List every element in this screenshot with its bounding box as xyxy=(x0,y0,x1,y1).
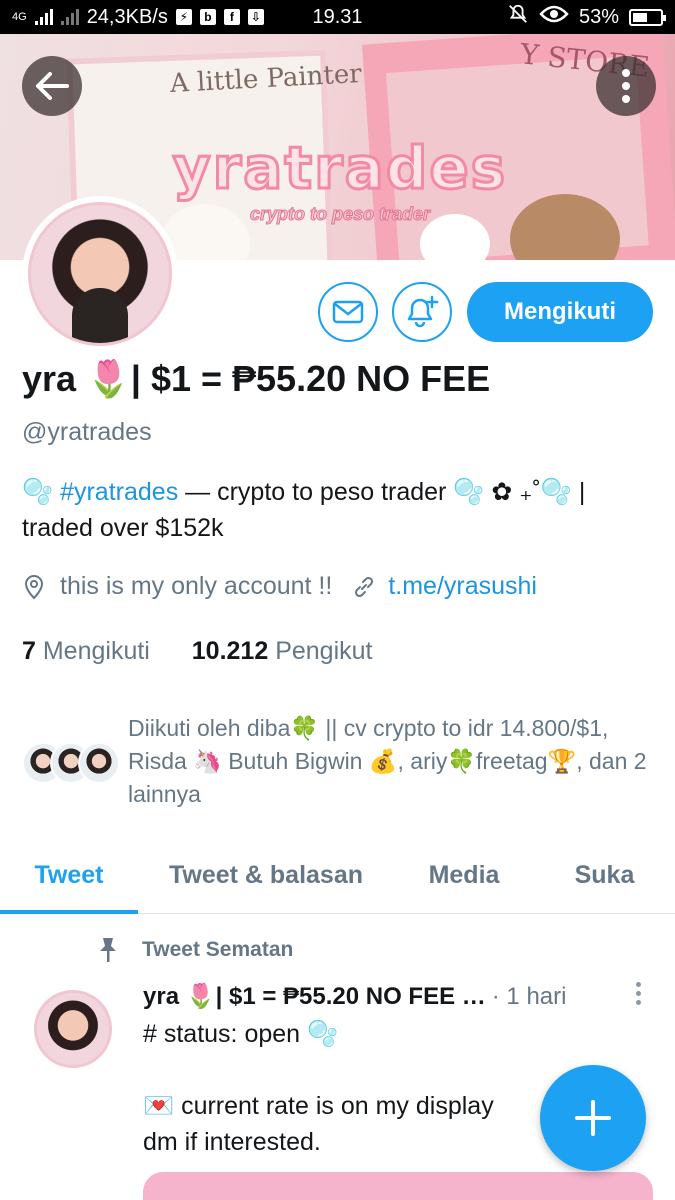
followers-count: 10.212 xyxy=(191,637,269,665)
network-label: 4G xyxy=(12,11,27,23)
pin-icon xyxy=(100,938,116,962)
profile-meta: this is my only account !! t.me/yrasushi xyxy=(22,572,537,601)
profile-tabs: Tweet Tweet & balasan Media Suka xyxy=(0,838,675,914)
tweet-media-preview[interactable] xyxy=(143,1172,653,1200)
bio-hashtag-link[interactable]: #yratrades xyxy=(60,478,178,506)
followed-by-text: Diikuti oleh diba🍀 || cv crypto to idr 1… xyxy=(128,715,647,807)
follower-avatar xyxy=(78,742,120,784)
status-right: 53% xyxy=(507,3,666,31)
back-button[interactable] xyxy=(22,56,82,116)
network-speed: 24,3KB/s xyxy=(86,5,168,28)
following-label: Mengikuti xyxy=(42,637,150,665)
profile-website-link[interactable]: t.me/yrasushi xyxy=(388,572,537,601)
battery-fill xyxy=(633,12,647,22)
pinned-label: Tweet Sematan xyxy=(96,936,293,964)
tab-likes[interactable]: Suka xyxy=(534,838,675,913)
kebab-menu-icon xyxy=(622,69,630,103)
link-icon xyxy=(355,576,374,597)
bio-prefix: 🫧 xyxy=(22,478,61,506)
tweet-header: yra 🌷| $1 = ₱55.20 NO FEE … · 1 hari xyxy=(143,982,643,1011)
tweet-avatar[interactable] xyxy=(34,990,112,1068)
location-pin-icon xyxy=(24,574,44,599)
battery-percent: 53% xyxy=(578,5,619,28)
banner-subtitle: crypto to peso trader xyxy=(249,204,431,225)
followers-label: Pengikut xyxy=(275,637,373,665)
eye-icon xyxy=(539,4,569,30)
profile-location: this is my only account !! xyxy=(60,572,333,600)
following-count: 7 xyxy=(22,637,36,665)
download-icon: ⇩ xyxy=(247,9,264,25)
status-left: 4G 24,3KB/s ⚡ b f ⇩ xyxy=(12,6,264,29)
tab-tweet-and-replies[interactable]: Tweet & balasan xyxy=(138,838,394,913)
tweet-time: · 1 hari xyxy=(491,982,567,1010)
message-button[interactable] xyxy=(318,282,378,342)
shield-icon: ⚡ xyxy=(175,9,192,25)
more-options-button[interactable] xyxy=(596,56,656,116)
status-bar: 4G 24,3KB/s ⚡ b f ⇩ 19.31 53% xyxy=(0,0,675,34)
following-button[interactable]: Mengikuti xyxy=(467,282,653,342)
profile-handle: @yratrades xyxy=(22,418,152,446)
pinned-text: Tweet Sematan xyxy=(142,938,294,961)
mute-icon xyxy=(507,3,529,31)
banner-title: yratrades xyxy=(171,133,508,204)
following-count-link[interactable]: 7 Mengikuti xyxy=(22,637,150,665)
profile-avatar[interactable] xyxy=(22,196,178,352)
mail-icon xyxy=(332,300,364,324)
tab-media[interactable]: Media xyxy=(394,838,534,913)
signal-icon xyxy=(34,9,53,25)
bell-plus-icon xyxy=(407,295,439,328)
follow-counts: 7 Mengikuti 10.212 Pengikut xyxy=(22,637,372,666)
facebook-icon: f xyxy=(223,9,240,25)
notifications-button[interactable] xyxy=(392,282,452,342)
back-arrow-icon xyxy=(36,72,69,100)
notification-app-icon: b xyxy=(199,9,216,25)
tab-tweet[interactable]: Tweet xyxy=(0,838,138,914)
tweet-author[interactable]: yra 🌷| $1 = ₱55.20 NO FEE … xyxy=(143,982,486,1011)
avatar-photo xyxy=(28,202,172,346)
profile-bio: 🫧 #yratrades — crypto to peso trader 🫧 ✿… xyxy=(22,474,652,546)
followers-count-link[interactable]: 10.212 Pengikut xyxy=(192,637,373,665)
signal-2-icon xyxy=(60,9,79,25)
followed-by-section[interactable]: Diikuti oleh diba🍀 || cv crypto to idr 1… xyxy=(22,712,662,812)
compose-tweet-button[interactable] xyxy=(540,1065,646,1171)
battery-icon xyxy=(629,8,666,26)
tweet-more-icon[interactable] xyxy=(628,982,648,1012)
plus-icon xyxy=(575,1100,611,1136)
profile-name: yra 🌷| $1 = ₱55.20 NO FEE xyxy=(22,358,491,399)
